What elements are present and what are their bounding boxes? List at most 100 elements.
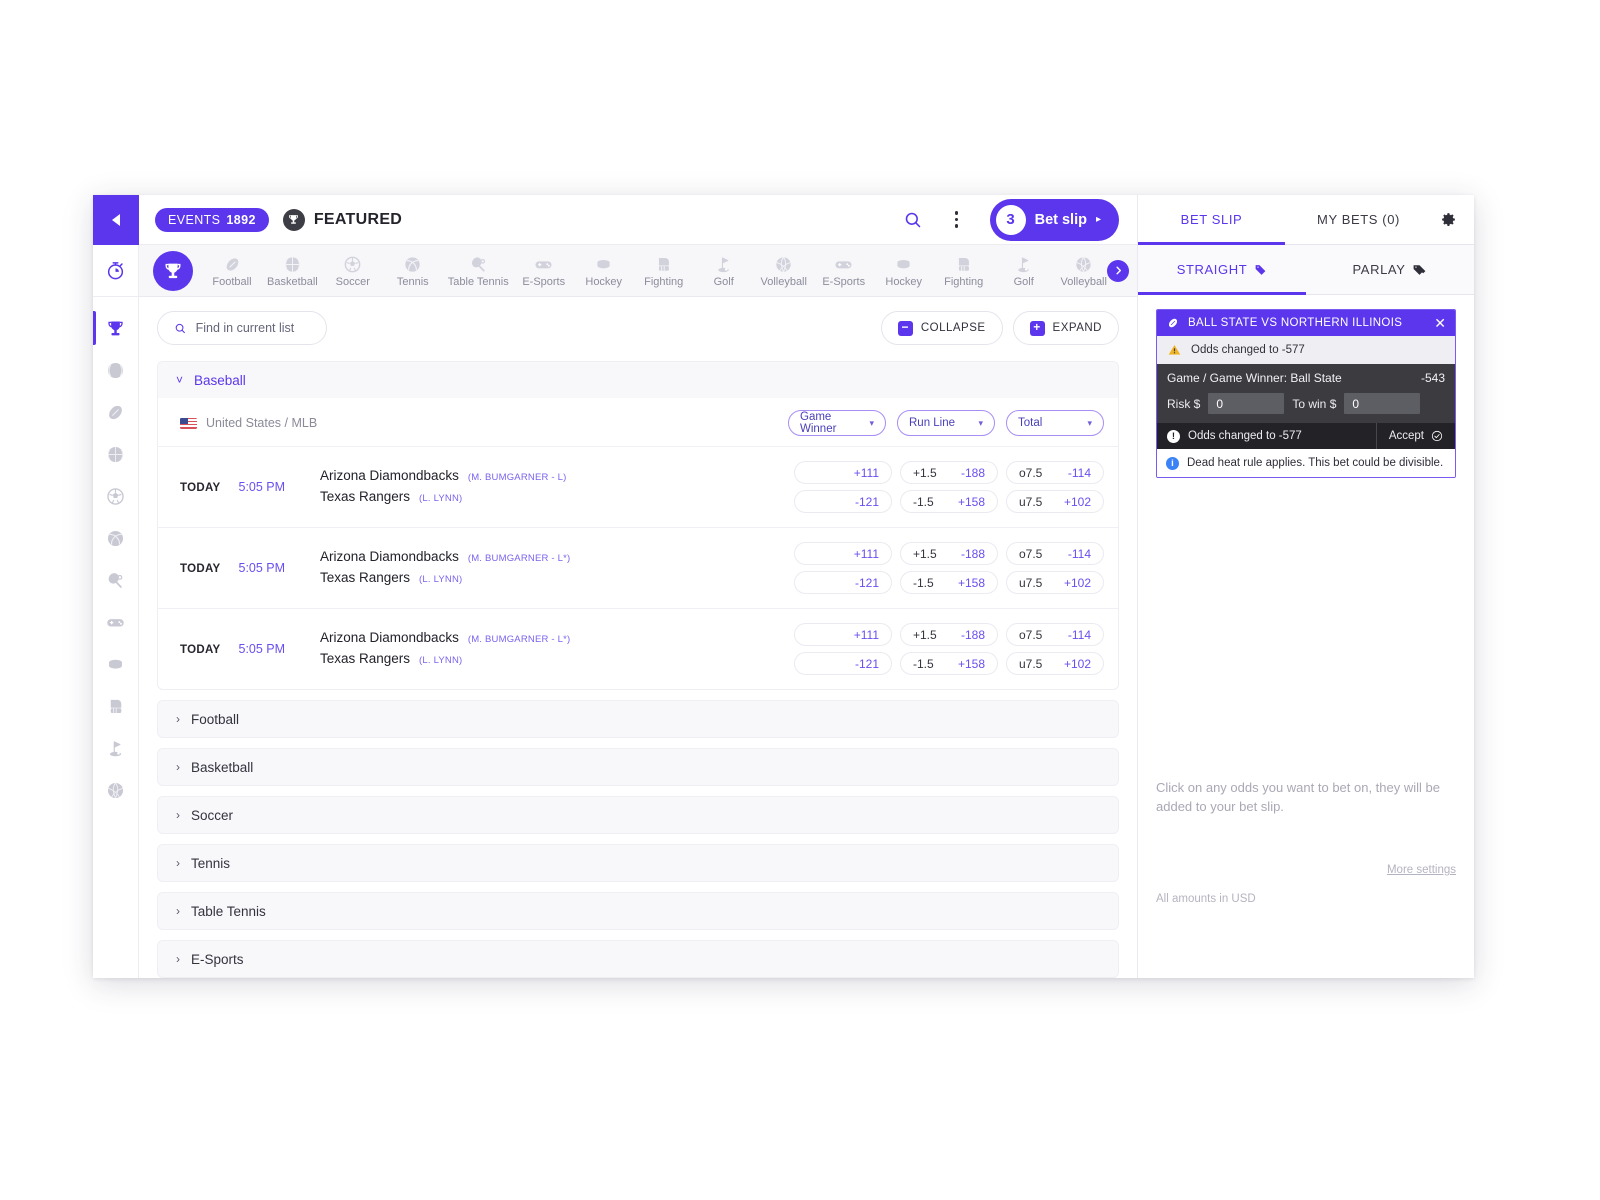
sports-nav-item[interactable]: Tennis [384,254,442,288]
odds-cell-runline[interactable]: -1.5 +158 [900,652,998,676]
events-counter-chip[interactable]: EVENTS 1892 [155,207,269,232]
rail-item-featured[interactable] [93,309,139,347]
rail-item-fighting[interactable] [93,687,139,725]
betslip-hint: Click on any odds you want to bet on, th… [1156,780,1440,814]
panel-settings-button[interactable] [1432,211,1464,228]
game-teams: Arizona Diamondbacks (M. BUMGARNER - L) Te… [320,466,794,508]
market-selector[interactable]: Game Winner ▾ [788,410,886,437]
odds-cell-moneyline[interactable]: -121 [794,571,892,595]
collapsed-section-header[interactable]: › E-Sports [158,941,1118,978]
sports-nav-item[interactable]: Basketball [263,254,322,288]
odds-cell-moneyline[interactable]: +111 [794,542,892,566]
odds-cell-runline[interactable]: +1.5 -188 [900,623,998,647]
odds-cell-total[interactable]: u7.5 +102 [1006,571,1104,595]
sports-nav-item[interactable]: E-Sports [515,254,573,288]
odds-cell-runline[interactable]: -1.5 +158 [900,571,998,595]
rail-item-hockey[interactable] [93,645,139,683]
collapsed-section-header[interactable]: › Basketball [158,749,1118,786]
market-selector[interactable]: Total ▾ [1006,410,1104,437]
odds-cell-total[interactable]: u7.5 +102 [1006,490,1104,514]
collapsed-section-header[interactable]: › Soccer [158,797,1118,834]
more-vertical-icon [954,211,959,228]
tab-parlay[interactable]: PARLAY [1306,245,1474,294]
top-bar: EVENTS 1892 FEATURED 3 Bet slip ▸ [139,195,1137,245]
odds-handicap: o7.5 [1019,627,1043,642]
collapsed-section-header[interactable]: › Tennis [158,845,1118,882]
sports-nav-item[interactable]: Volleyball [1055,254,1113,288]
odds-cell-moneyline[interactable]: -121 [794,652,892,676]
collapsed-section-header[interactable]: › Table Tennis [158,893,1118,930]
sports-nav-item[interactable]: Soccer [324,254,382,288]
events-count: 1892 [226,212,256,227]
find-in-list-box[interactable] [157,311,327,346]
rail-item-tennis[interactable] [93,519,139,557]
sports-nav-featured[interactable] [153,250,193,291]
expand-all-button[interactable]: + EXPAND [1012,311,1119,346]
more-settings-link[interactable]: More settings [1387,864,1456,876]
rail-item-volleyball[interactable] [93,771,139,809]
trophy-icon [165,263,181,278]
tab-bet-slip[interactable]: BET SLIP [1138,195,1285,245]
rail-item-basketball[interactable] [93,435,139,473]
odds-cell-runline[interactable]: +1.5 -188 [900,461,998,485]
bet-card: BALL STATE VS NORTHERN ILLINOIS ✕ Odds c… [1156,309,1456,478]
search-button[interactable] [898,205,928,235]
close-icon[interactable]: ✕ [1434,316,1446,330]
sports-nav-item[interactable]: Fighting [635,254,693,288]
odds-handicap: -1.5 [913,494,934,509]
toolbar-actions: − COLLAPSE + EXPAND [880,311,1119,346]
odds-cell-moneyline[interactable]: -121 [794,490,892,514]
sports-nav-item[interactable]: Hockey [875,254,933,288]
rail-item-football[interactable] [93,393,139,431]
sidebar-collapse-button[interactable] [93,195,139,245]
stopwatch-icon [107,262,124,280]
rail-item-baseball[interactable] [93,351,139,389]
accept-odds-button[interactable]: Accept [1375,423,1455,449]
odds-cell-moneyline[interactable]: +111 [794,623,892,647]
tab-straight[interactable]: STRAIGHT [1138,245,1306,295]
currency-note: All amounts in USD [1156,893,1256,905]
game-teams: Arizona Diamondbacks (M. BUMGARNER - L*) T… [320,628,794,670]
section-header-baseball[interactable]: ˅ Baseball [158,362,1118,399]
hockey-puck-icon [109,659,122,669]
risk-input[interactable] [1208,393,1285,414]
market-selector[interactable]: Run Line ▾ [897,410,995,437]
odds-cell-runline[interactable]: +1.5 -188 [900,542,998,566]
rail-item-golf[interactable] [93,729,139,767]
collapsed-section-header[interactable]: › Football [158,701,1118,738]
sports-nav-item[interactable]: Fighting [935,254,993,288]
odds-cell-moneyline[interactable]: +111 [794,461,892,485]
odds-cell-total[interactable]: o7.5 -114 [1006,542,1104,566]
odds-group: +111 -121 +1.5 -188 -1.5 +158 o7.5 -114 u7.5 +102 [794,623,1104,676]
golf-icon [1018,257,1029,272]
sports-nav-item[interactable]: Volleyball [755,254,813,288]
odds-cell-runline[interactable]: -1.5 +158 [900,490,998,514]
sportsbook-app-window: EVENTS 1892 FEATURED 3 Bet slip ▸ Footba… [93,195,1474,978]
odds-cell-total[interactable]: o7.5 -114 [1006,623,1104,647]
sports-nav-item[interactable]: Table Tennis [444,254,513,288]
sports-nav-next-button[interactable] [1107,259,1129,282]
rail-item-table-tennis[interactable] [93,561,139,599]
rail-item-soccer[interactable] [93,477,139,515]
search-input[interactable] [195,321,310,336]
sports-nav-item[interactable]: Golf [995,254,1053,288]
collapsed-sections: › Football › Basketball › Soccer › Tennis › Table… [157,700,1119,978]
left-icon-rail [93,195,139,978]
odds-price: -121 [854,656,879,671]
sports-nav-item[interactable]: E-Sports [815,254,873,288]
sports-nav-item[interactable]: Football [203,254,261,288]
betslip-button[interactable]: 3 Bet slip ▸ [989,198,1119,241]
sports-nav-item[interactable]: Hockey [575,254,633,288]
list-toolbar: − COLLAPSE + EXPAND [157,311,1119,346]
collapse-all-button[interactable]: − COLLAPSE [880,311,1003,346]
towin-input[interactable] [1344,393,1421,414]
rail-item-esports[interactable] [93,603,139,641]
tab-my-bets[interactable]: MY BETS (0) [1285,195,1432,244]
odds-cell-total[interactable]: o7.5 -114 [1006,461,1104,485]
sports-nav-item[interactable]: Golf [695,254,753,288]
football-icon [109,405,122,419]
screenshot-canvas: EVENTS 1892 FEATURED 3 Bet slip ▸ Footba… [0,0,1600,1200]
more-options-button[interactable] [942,205,972,235]
odds-cell-total[interactable]: u7.5 +102 [1006,652,1104,676]
rail-item-live[interactable] [93,252,138,290]
